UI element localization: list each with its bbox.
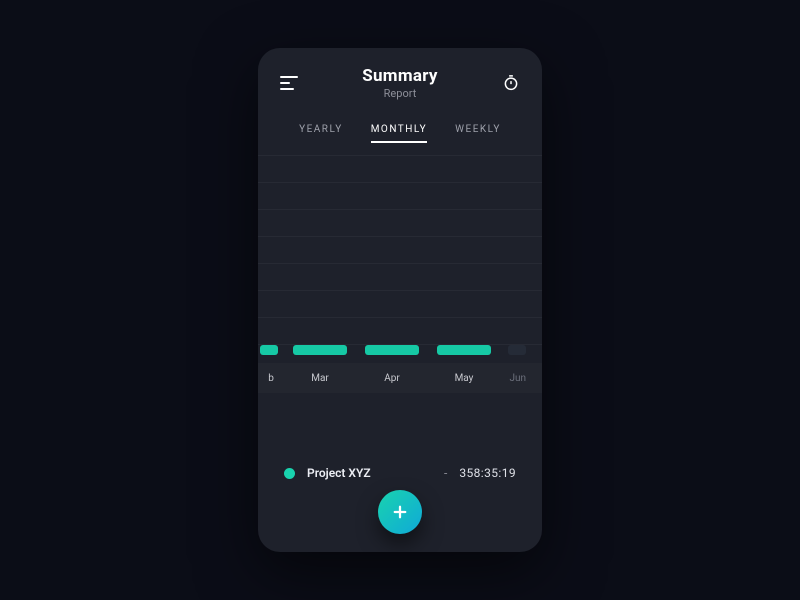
title-subtitle: Report xyxy=(362,87,438,100)
tab-weekly[interactable]: WEEKLY xyxy=(455,124,501,141)
bar xyxy=(293,345,347,355)
tab-yearly[interactable]: YEARLY xyxy=(299,124,343,141)
month-label: Jun xyxy=(500,373,526,384)
month-label: Mar xyxy=(284,373,356,384)
month-label: b xyxy=(258,373,284,384)
month-label: Apr xyxy=(356,373,428,384)
title-main: Summary xyxy=(362,66,438,86)
month-axis[interactable]: b Mar Apr May Jun xyxy=(258,363,542,393)
project-separator: - xyxy=(444,466,447,480)
tabs: YEARLY MONTHLY WEEKLY xyxy=(258,124,542,151)
bar xyxy=(365,345,419,355)
bar xyxy=(260,345,278,355)
app-screen: Summary Report YEARLY MONTHLY WEEKLY xyxy=(258,48,542,552)
timer-icon[interactable] xyxy=(502,74,520,92)
project-row[interactable]: Project XYZ - 358:35:19 xyxy=(258,466,542,480)
tab-monthly[interactable]: MONTHLY xyxy=(371,124,427,141)
page-title: Summary Report xyxy=(362,66,438,100)
project-color-dot xyxy=(284,468,295,479)
bar xyxy=(508,345,526,355)
chart-gridlines xyxy=(258,155,542,345)
chart-area: b Mar Apr May Jun Project XYZ - 358:35:1… xyxy=(258,155,542,552)
plus-icon xyxy=(391,503,409,521)
menu-icon[interactable] xyxy=(280,72,298,94)
project-name: Project XYZ xyxy=(307,466,371,480)
header: Summary Report xyxy=(258,48,542,106)
project-time: 358:35:19 xyxy=(459,466,516,480)
month-label: May xyxy=(428,373,500,384)
add-button[interactable] xyxy=(378,490,422,534)
bar xyxy=(437,345,491,355)
